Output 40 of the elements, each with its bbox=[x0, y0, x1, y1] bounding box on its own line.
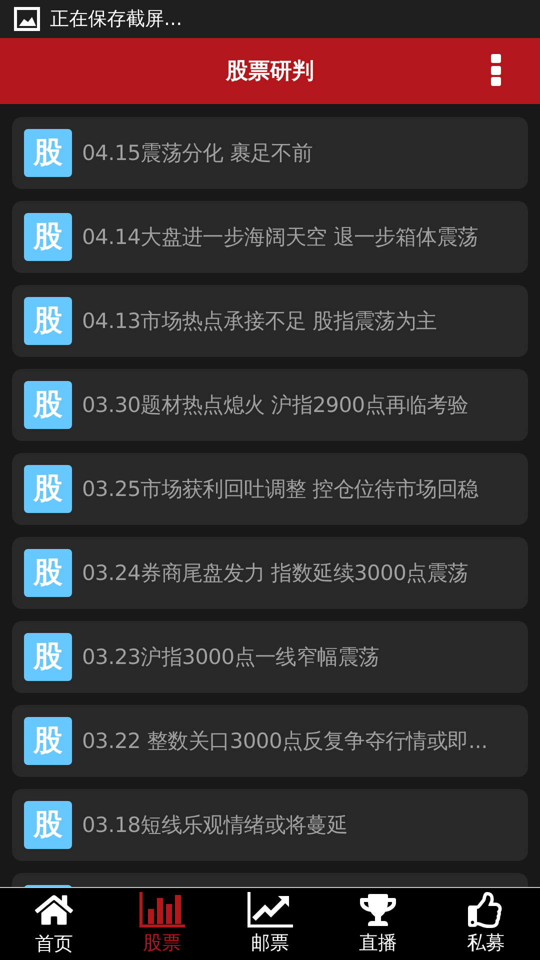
article-card[interactable]: 股 04.15震荡分化 裹足不前 bbox=[12, 117, 528, 189]
article-title: 03.30题材热点熄火 沪指2900点再临考验 bbox=[82, 392, 468, 419]
stock-badge: 股 bbox=[24, 717, 72, 765]
article-card[interactable]: 股 03.23沪指3000点一线窄幅震荡 bbox=[12, 621, 528, 693]
article-card[interactable]: 股 03.25市场获利回吐调整 控仓位待市场回稳 bbox=[12, 453, 528, 525]
article-title: 03.22 整数关口3000点反复争夺行情或即... bbox=[82, 728, 488, 755]
article-title: 03.23沪指3000点一线窄幅震荡 bbox=[82, 644, 380, 671]
article-title: 04.13市场热点承接不足 股指震荡为主 bbox=[82, 308, 437, 335]
article-card[interactable]: 股 04.13市场热点承接不足 股指震荡为主 bbox=[12, 285, 528, 357]
article-card[interactable]: 股 03.22 整数关口3000点反复争夺行情或即... bbox=[12, 705, 528, 777]
stock-badge: 股 bbox=[24, 465, 72, 513]
article-title: 03.25市场获利回吐调整 控仓位待市场回稳 bbox=[82, 476, 478, 503]
thumbs-up-icon bbox=[468, 892, 504, 928]
nav-tab[interactable]: 私募 bbox=[432, 888, 540, 960]
article-card[interactable]: 股 03.30题材热点熄火 沪指2900点再临考验 bbox=[12, 369, 528, 441]
nav-tab[interactable]: 直播 bbox=[324, 888, 432, 960]
article-title: 04.15震荡分化 裹足不前 bbox=[82, 140, 313, 167]
bar-chart-icon bbox=[139, 892, 185, 928]
article-card[interactable]: 股 03.18短线乐观情绪或将蔓延 bbox=[12, 789, 528, 861]
image-icon bbox=[14, 7, 40, 31]
stock-badge: 股 bbox=[24, 129, 72, 177]
stock-badge: 股 bbox=[24, 801, 72, 849]
article-title: 03.18短线乐观情绪或将蔓延 bbox=[82, 812, 348, 839]
notification-text: 正在保存截屏... bbox=[50, 7, 182, 32]
stock-badge: 股 bbox=[24, 549, 72, 597]
article-card[interactable]: 股 04.14大盘进一步海阔天空 退一步箱体震荡 bbox=[12, 201, 528, 273]
stock-badge: 股 bbox=[24, 633, 72, 681]
line-chart-icon bbox=[247, 892, 293, 928]
stock-badge: 股 bbox=[24, 381, 72, 429]
article-title: 04.14大盘进一步海阔天空 退一步箱体震荡 bbox=[82, 224, 478, 251]
nav-tab[interactable]: 邮票 bbox=[216, 888, 324, 960]
more-menu-button[interactable] bbox=[490, 54, 502, 86]
nav-tab[interactable]: 首页 bbox=[0, 888, 108, 960]
nav-tab[interactable]: 股票 bbox=[108, 888, 216, 960]
stock-badge: 股 bbox=[24, 297, 72, 345]
page-title: 股票研判 bbox=[226, 58, 314, 86]
stock-badge: 股 bbox=[24, 213, 72, 261]
trophy-icon bbox=[360, 892, 396, 928]
article-card[interactable]: 股 03.24券商尾盘发力 指数延续3000点震荡 bbox=[12, 537, 528, 609]
article-title: 03.24券商尾盘发力 指数延续3000点震荡 bbox=[82, 560, 468, 587]
